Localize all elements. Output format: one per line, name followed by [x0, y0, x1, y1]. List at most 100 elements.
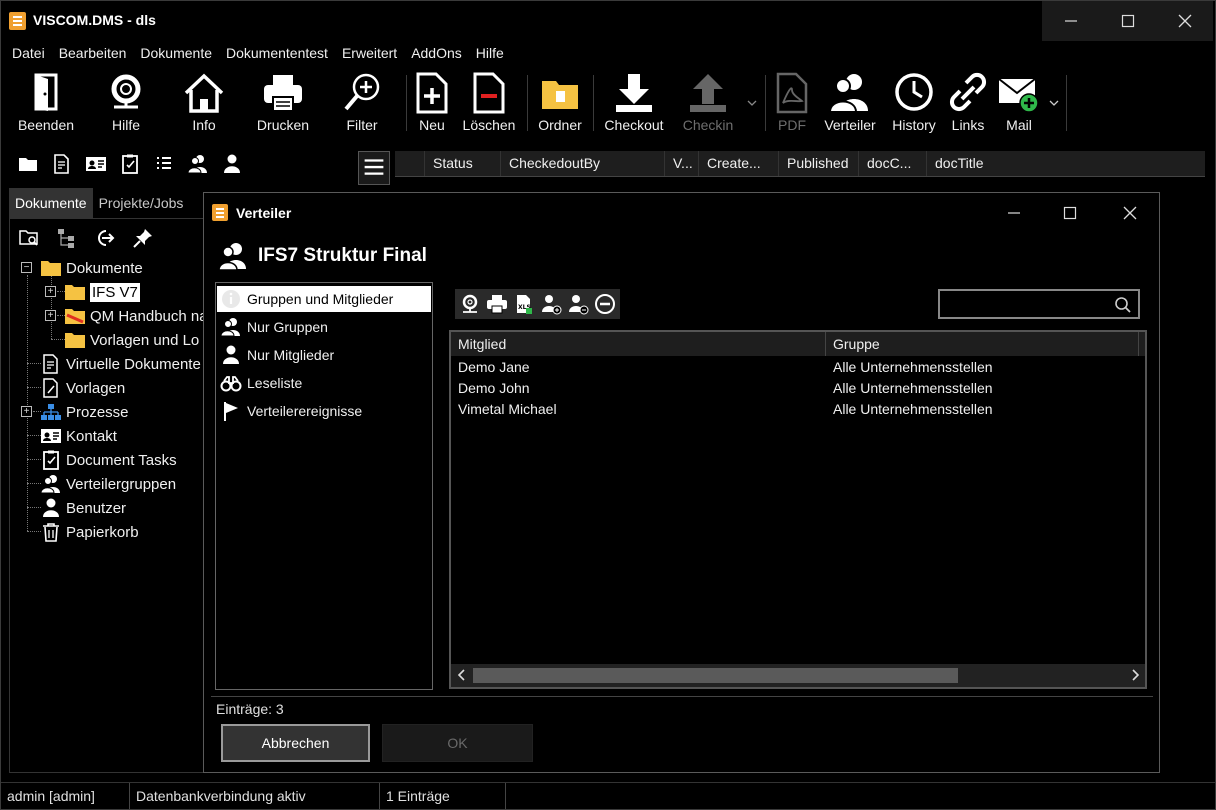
- horizontal-scrollbar[interactable]: [451, 664, 1145, 687]
- checkin-button[interactable]: Checkin: [679, 69, 737, 133]
- dialog-minimize-button[interactable]: [986, 193, 1042, 233]
- tree-item-virtuelle-dokumente[interactable]: Virtuelle Dokumente: [40, 352, 201, 376]
- document-edit-icon[interactable]: [51, 153, 73, 175]
- grid-col-status[interactable]: Status: [425, 151, 501, 176]
- tree-line: [27, 507, 41, 508]
- neu-button[interactable]: Neu: [415, 69, 449, 133]
- folder-icon: [65, 333, 85, 348]
- toolbar-separator: [406, 75, 407, 131]
- view-nur-gruppen[interactable]: Nur Gruppen: [217, 314, 431, 340]
- tree-item-papierkorb[interactable]: Papierkorb: [40, 520, 139, 544]
- tree-item-dokumente[interactable]: Dokumente: [40, 256, 143, 280]
- lifebuoy-icon[interactable]: [459, 293, 481, 315]
- upload-icon: [690, 74, 726, 112]
- tree-item-kontakt[interactable]: Kontakt: [40, 424, 117, 448]
- tree-item-verteilergruppen[interactable]: Verteilergruppen: [40, 472, 176, 496]
- user-icon: [43, 498, 59, 517]
- user-icon[interactable]: [221, 153, 243, 175]
- tree-item-qm-handbuch[interactable]: QM Handbuch na: [64, 304, 208, 328]
- menu-addons[interactable]: AddOns: [404, 41, 469, 67]
- tree-item-ifs-v7[interactable]: IFS V7: [64, 280, 140, 304]
- expand-toggle[interactable]: +: [45, 310, 56, 321]
- cancel-button[interactable]: Abbrechen: [221, 724, 370, 762]
- minimize-button[interactable]: [1042, 1, 1099, 41]
- contact-card-icon[interactable]: [85, 153, 107, 175]
- close-icon: [1123, 206, 1137, 220]
- maximize-button[interactable]: [1099, 1, 1156, 41]
- excel-export-icon[interactable]: XLS: [513, 293, 535, 315]
- table-row[interactable]: Demo Jane Alle Unternehmensstellen: [451, 357, 1145, 378]
- pin-icon[interactable]: [132, 227, 154, 249]
- folder-icon[interactable]: [17, 153, 39, 175]
- menu-hilfe[interactable]: Hilfe: [469, 41, 511, 67]
- view-leseliste[interactable]: Leseliste: [217, 370, 431, 396]
- collapse-toggle[interactable]: −: [21, 262, 32, 273]
- tree-toolbar: [18, 227, 154, 249]
- col-gruppe[interactable]: Gruppe: [826, 332, 1139, 356]
- verteiler-button[interactable]: Verteiler: [819, 69, 881, 133]
- tree-item-vorlagen-und-lo[interactable]: Vorlagen und Lo: [64, 328, 199, 352]
- history-button[interactable]: History: [887, 69, 941, 133]
- list-icon[interactable]: [153, 153, 175, 175]
- tree-item-prozesse[interactable]: Prozesse: [40, 400, 129, 424]
- grid-col-created[interactable]: Create...: [699, 151, 779, 176]
- beenden-button[interactable]: Beenden: [15, 69, 77, 133]
- scrollbar-thumb[interactable]: [473, 668, 958, 683]
- table-row[interactable]: Demo John Alle Unternehmensstellen: [451, 378, 1145, 399]
- grid-col-published[interactable]: Published: [779, 151, 859, 176]
- col-mitglied[interactable]: Mitglied: [451, 332, 826, 356]
- view-gruppen-und-mitglieder[interactable]: Gruppen und Mitglieder: [217, 286, 431, 312]
- menu-datei[interactable]: Datei: [5, 41, 52, 67]
- chevron-down-icon[interactable]: [747, 99, 757, 107]
- tab-projekte-jobs[interactable]: Projekte/Jobs: [93, 188, 190, 218]
- pdf-button[interactable]: PDF: [775, 69, 809, 133]
- expand-toggle[interactable]: +: [21, 406, 32, 417]
- close-button[interactable]: [1156, 1, 1213, 41]
- folder-icon: [65, 285, 85, 300]
- links-button[interactable]: Links: [947, 69, 989, 133]
- ordner-button[interactable]: Ordner: [534, 69, 586, 133]
- table-row[interactable]: Vimetal Michael Alle Unternehmensstellen: [451, 399, 1145, 420]
- dialog-maximize-button[interactable]: [1042, 193, 1098, 233]
- tab-dokumente[interactable]: Dokumente: [9, 188, 93, 218]
- grid-col-checkedoutby[interactable]: CheckedoutBy: [501, 151, 665, 176]
- quick-toolbar: [17, 153, 243, 179]
- tree-structure-icon[interactable]: [56, 227, 78, 249]
- drucken-button[interactable]: Drucken: [253, 69, 313, 133]
- checkout-button[interactable]: Checkout: [599, 69, 669, 133]
- grid-col-doccategory[interactable]: docC...: [859, 151, 927, 176]
- chevron-down-icon[interactable]: [1049, 99, 1059, 107]
- folder-search-icon[interactable]: [18, 227, 40, 249]
- hilfe-button[interactable]: Hilfe: [105, 69, 147, 133]
- dialog-close-button[interactable]: [1102, 193, 1158, 233]
- menu-erweitert[interactable]: Erweitert: [335, 41, 404, 67]
- grid-col-doctitle[interactable]: docTitle: [927, 151, 1205, 176]
- expand-toggle[interactable]: +: [45, 286, 56, 297]
- printer-icon[interactable]: [486, 293, 508, 315]
- menu-dokumente[interactable]: Dokumente: [133, 41, 219, 67]
- users-icon[interactable]: [187, 153, 209, 175]
- ok-button[interactable]: OK: [382, 724, 533, 762]
- add-user-icon[interactable]: [540, 293, 562, 315]
- tree-item-benutzer[interactable]: Benutzer: [40, 496, 126, 520]
- chevron-right-icon[interactable]: [1128, 668, 1142, 682]
- grid-menu-button[interactable]: [358, 151, 390, 185]
- minus-circle-icon[interactable]: [594, 293, 616, 315]
- loeschen-button[interactable]: Löschen: [459, 69, 519, 133]
- clipboard-task-icon[interactable]: [119, 153, 141, 175]
- chevron-left-icon[interactable]: [455, 668, 469, 682]
- grid-col-version[interactable]: V...: [665, 151, 699, 176]
- menu-dokumententest[interactable]: Dokumententest: [219, 41, 335, 67]
- remove-user-icon[interactable]: [567, 293, 589, 315]
- menu-bearbeiten[interactable]: Bearbeiten: [52, 41, 134, 67]
- member-search-input[interactable]: [938, 289, 1140, 319]
- view-nur-mitglieder[interactable]: Nur Mitglieder: [217, 342, 431, 368]
- tree-item-document-tasks[interactable]: Document Tasks: [40, 448, 177, 472]
- tree-item-vorlagen[interactable]: Vorlagen: [40, 376, 125, 400]
- info-button[interactable]: Info: [182, 69, 226, 133]
- tree-line: [27, 483, 41, 484]
- mail-button[interactable]: Mail: [997, 69, 1041, 133]
- view-verteilerereignisse[interactable]: Verteilerereignisse: [217, 398, 431, 424]
- export-arrow-icon[interactable]: [94, 227, 116, 249]
- filter-button[interactable]: Filter: [343, 69, 381, 133]
